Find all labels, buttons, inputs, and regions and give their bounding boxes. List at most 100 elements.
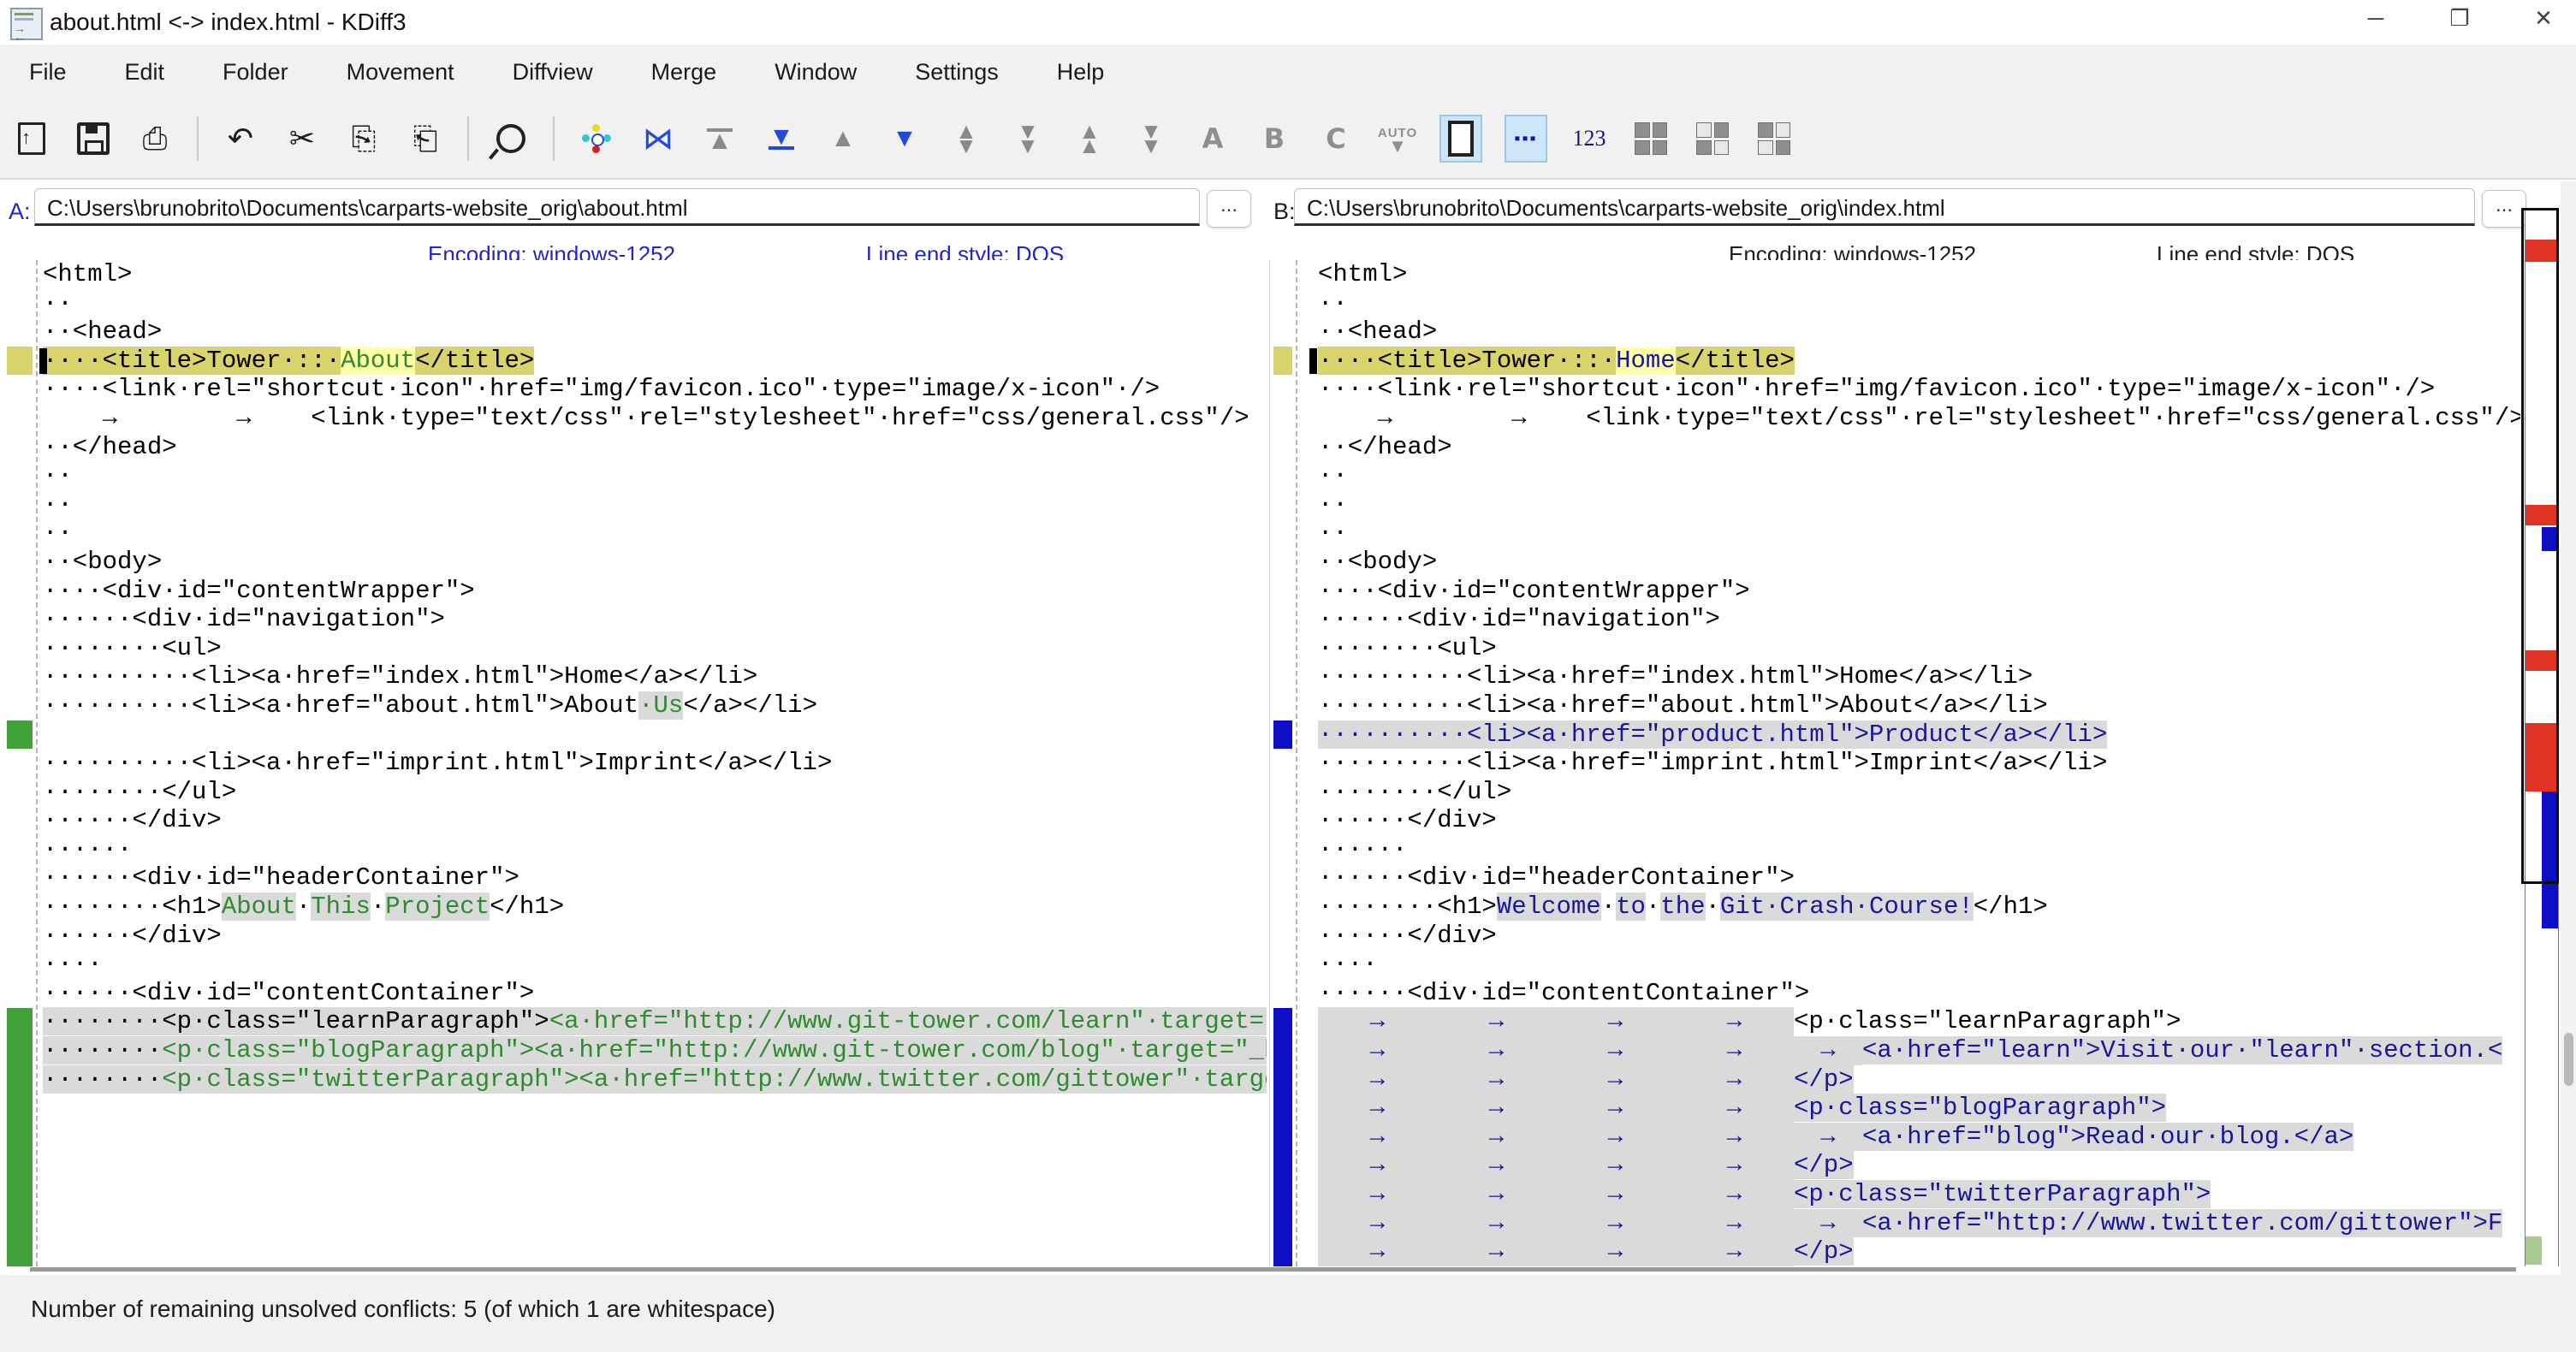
search-button[interactable] xyxy=(491,116,531,161)
vertical-scrollbar[interactable] xyxy=(2561,181,2576,1352)
code-line[interactable]: ······<div·id="headerContainer"> xyxy=(43,863,1267,892)
pane-b-browse-button[interactable]: ... xyxy=(2482,190,2526,228)
code-line[interactable] xyxy=(43,1209,1267,1238)
code-line[interactable]: →→→→</p> xyxy=(1318,1237,2520,1266)
code-line[interactable]: ······<div·id="contentContainer"> xyxy=(43,979,1267,1008)
vertical-scrollbar-thumb[interactable] xyxy=(2564,1033,2573,1086)
code-line[interactable]: ········</ul> xyxy=(1318,778,2520,807)
code-line[interactable]: → → <link·type="text/css"·rel="styleshee… xyxy=(43,404,1267,433)
menu-item-merge[interactable]: Merge xyxy=(622,59,746,86)
split-layout-2-button[interactable] xyxy=(1693,116,1732,161)
code-line[interactable]: ······</div> xyxy=(43,806,1267,835)
code-line[interactable]: ·· xyxy=(43,289,1267,318)
code-line[interactable]: →→→→</p> xyxy=(1318,1065,2520,1094)
code-line[interactable]: ········<ul> xyxy=(1318,634,2520,663)
code-line[interactable] xyxy=(43,720,1267,750)
code-line[interactable]: ····<link·rel="shortcut·icon"·href="img/… xyxy=(43,375,1267,404)
code-line[interactable]: ·· xyxy=(43,490,1267,519)
code-line[interactable]: ··<head> xyxy=(43,317,1267,347)
code-line[interactable]: ··········<li><a·href="imprint.html">Imp… xyxy=(1318,749,2520,778)
maximize-button[interactable]: ❐ xyxy=(2442,5,2477,32)
code-line[interactable]: ····<link·rel="shortcut·icon"·href="img/… xyxy=(1318,375,2520,404)
close-button[interactable]: ✕ xyxy=(2526,5,2561,32)
goto-last-delta-button[interactable]: ▼ xyxy=(762,116,801,161)
code-line[interactable]: ······<div·id="headerContainer"> xyxy=(1318,863,2520,892)
code-line[interactable]: →→→→<p·class="twitterParagraph"> xyxy=(1318,1180,2520,1209)
show-line-numbers-toggle[interactable]: 123 xyxy=(1570,116,1609,161)
code-line[interactable]: <html> xyxy=(43,260,1267,289)
code-line[interactable]: ···· xyxy=(43,950,1267,979)
menu-item-file[interactable]: File xyxy=(0,59,96,86)
goto-first-delta-button[interactable]: ▲ xyxy=(700,116,739,161)
code-line[interactable]: ····<title>Tower·::·Home</title> xyxy=(1318,347,2520,376)
cut-button[interactable]: ✂ xyxy=(282,116,322,161)
pane-a-path-field[interactable]: C:\Users\brunobrito\Documents\carparts-w… xyxy=(34,188,1200,226)
choose-b-button[interactable]: B xyxy=(1255,116,1294,161)
code-line[interactable]: ··</head> xyxy=(43,433,1267,462)
pane-b-path-field[interactable]: C:\Users\brunobrito\Documents\carparts-w… xyxy=(1294,188,2475,226)
code-line[interactable]: ·· xyxy=(1318,289,2520,318)
prev-unsolved-conflict-button[interactable]: ▲▲ xyxy=(1070,116,1109,161)
code-line[interactable]: →→→→→<a·href="learn">Visit·our·"learn"·s… xyxy=(1318,1036,2520,1065)
code-line[interactable]: →→→→→<a·href="blog">Read·our·blog.</a> xyxy=(1318,1123,2520,1152)
code-line[interactable] xyxy=(43,1151,1267,1180)
prev-conflict-button[interactable]: ▲▼ xyxy=(947,116,986,161)
menu-item-diffview[interactable]: Diffview xyxy=(484,59,622,86)
save-button[interactable] xyxy=(74,116,113,161)
code-line[interactable]: ·· xyxy=(1318,519,2520,548)
prev-delta-button[interactable]: ▲ xyxy=(823,116,863,161)
code-line[interactable]: ······<div·id="contentContainer"> xyxy=(1318,979,2520,1008)
code-line[interactable] xyxy=(43,1123,1267,1152)
print-button[interactable]: ⎙ xyxy=(135,116,175,161)
code-line[interactable]: ··········<li><a·href="about.html">About… xyxy=(1318,691,2520,720)
code-line[interactable]: ··<body> xyxy=(1318,548,2520,577)
pane-a-browse-button[interactable]: ... xyxy=(1207,190,1251,228)
code-line[interactable]: ··········<li><a·href="imprint.html">Imp… xyxy=(43,749,1267,778)
minimize-button[interactable]: ─ xyxy=(2359,5,2393,32)
split-layout-3-button[interactable] xyxy=(1754,116,1794,161)
code-line[interactable]: →→→→→<a·href="http://www.twitter.com/git… xyxy=(1318,1209,2520,1238)
next-unsolved-conflict-button[interactable]: ▼▼ xyxy=(1131,116,1171,161)
code-line[interactable]: →→→→</p> xyxy=(1318,1151,2520,1180)
code-line[interactable]: ··<body> xyxy=(43,548,1267,577)
code-line[interactable]: ······</div> xyxy=(1318,806,2520,835)
code-line[interactable]: ····<div·id="contentWrapper"> xyxy=(43,577,1267,606)
code-line[interactable]: → → <link·type="text/css"·rel="styleshee… xyxy=(1318,404,2520,433)
code-line[interactable]: →→→→<p·class="blogParagraph"> xyxy=(1318,1094,2520,1123)
menu-item-settings[interactable]: Settings xyxy=(886,59,1028,86)
code-line[interactable]: ······ xyxy=(43,835,1267,864)
undo-button[interactable]: ↶ xyxy=(221,116,260,161)
reload-button[interactable] xyxy=(577,116,616,161)
code-line[interactable]: ·· xyxy=(43,461,1267,490)
choose-c-button[interactable]: C xyxy=(1316,116,1356,161)
pane-b-code-area[interactable]: <html>····<head>····<title>Tower·::·Home… xyxy=(1318,260,2520,1266)
split-layout-1-button[interactable] xyxy=(1631,116,1671,161)
code-line[interactable]: ········<ul> xyxy=(43,634,1267,663)
code-line[interactable]: →→→→<p·class="learnParagraph"> xyxy=(1318,1007,2520,1036)
code-line[interactable]: ··<head> xyxy=(1318,317,2520,347)
next-delta-button[interactable]: ▼ xyxy=(885,116,924,161)
show-whitespace-toggle[interactable] xyxy=(1439,115,1482,163)
code-line[interactable]: ··········<li><a·href="index.html">Home<… xyxy=(43,662,1267,691)
code-line[interactable]: ····<div·id="contentWrapper"> xyxy=(1318,577,2520,606)
code-line[interactable]: ··········<li><a·href="product.html">Pro… xyxy=(1318,720,2520,750)
copy-button[interactable]: ⎘ xyxy=(344,116,383,161)
menu-item-help[interactable]: Help xyxy=(1028,59,1134,86)
pane-a-code-area[interactable]: <html>····<head>····<title>Tower·::·Abou… xyxy=(43,260,1267,1266)
open-file-button[interactable] xyxy=(12,116,51,161)
code-line[interactable]: ··········<li><a·href="index.html">Home<… xyxy=(1318,662,2520,691)
show-whitespace-chars-toggle[interactable]: ▪▪▪ xyxy=(1505,115,1547,163)
code-line[interactable]: ······<div·id="navigation"> xyxy=(1318,605,2520,634)
code-line[interactable]: ··········<li><a·href="about.html">About… xyxy=(43,691,1267,720)
code-line[interactable]: ······ xyxy=(1318,835,2520,864)
code-line[interactable] xyxy=(43,1094,1267,1123)
code-line[interactable]: ········<p·class="learnParagraph"><a·hre… xyxy=(43,1007,1267,1036)
code-line[interactable]: ········<p·class="twitterParagraph"><a·h… xyxy=(43,1065,1267,1094)
menu-item-window[interactable]: Window xyxy=(745,59,886,86)
menu-item-folder[interactable]: Folder xyxy=(193,59,318,86)
code-line[interactable]: ·· xyxy=(1318,490,2520,519)
code-line[interactable]: ·· xyxy=(1318,461,2520,490)
code-line[interactable]: ········</ul> xyxy=(43,778,1267,807)
code-line[interactable]: ········<h1>Welcome·to·the·Git·Crash·Cou… xyxy=(1318,892,2520,922)
code-line[interactable]: ········<h1>About·This·Project</h1> xyxy=(43,892,1267,922)
